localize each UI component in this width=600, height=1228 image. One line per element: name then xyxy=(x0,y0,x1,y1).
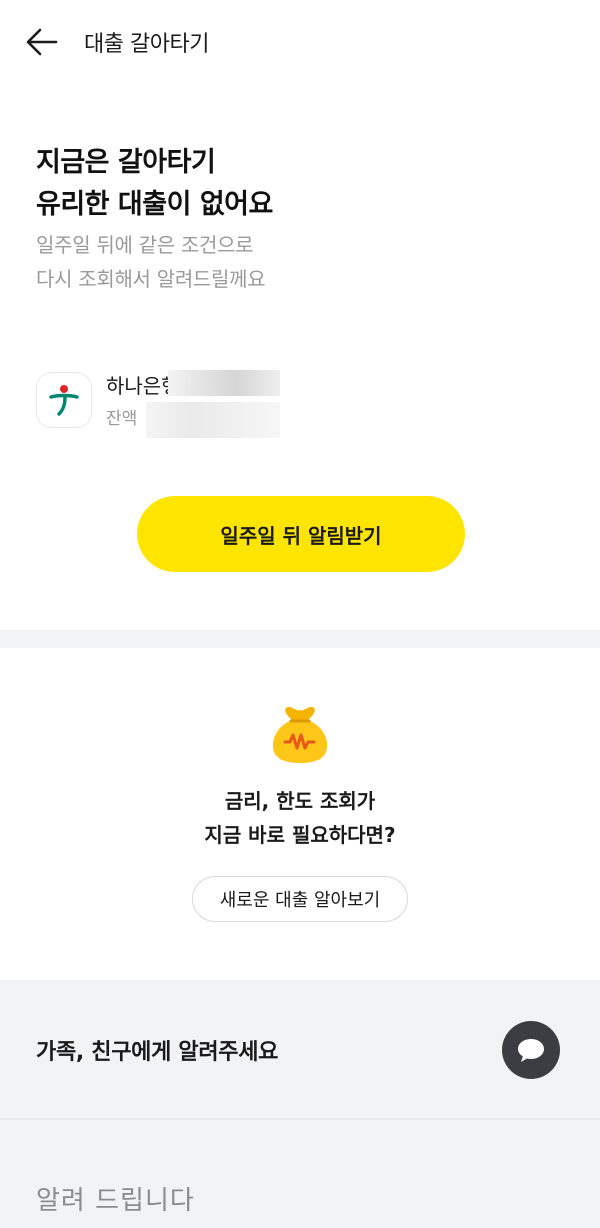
subtext-line-2: 다시 조회해서 알려드릴께요 xyxy=(36,267,266,291)
section-divider xyxy=(0,630,600,648)
result-subtext: 일주일 뒤에 같은 조건으로 다시 조회해서 알려드릴께요 xyxy=(36,228,266,296)
top-bar: 대출 갈아타기 xyxy=(0,0,600,84)
arrow-left-icon xyxy=(26,28,58,56)
explore-prompt: 금리, 한도 조회가 지금 바로 필요하다면? xyxy=(0,784,600,852)
result-headline: 지금은 갈아타기 유리한 대출이 없어요 xyxy=(36,142,273,226)
headline-line-1: 지금은 갈아타기 xyxy=(36,147,216,178)
page-title: 대출 갈아타기 xyxy=(84,32,209,57)
headline-line-2: 유리한 대출이 없어요 xyxy=(36,189,273,220)
back-button[interactable] xyxy=(22,22,62,62)
notify-in-a-week-button[interactable]: 일주일 뒤 알림받기 xyxy=(137,496,465,572)
bank-logo xyxy=(36,372,92,428)
hana-bank-logo-icon xyxy=(49,385,79,416)
explore-line-1: 금리, 한도 조회가 xyxy=(224,789,376,813)
share-prompt: 가족, 친구에게 알려주세요 xyxy=(36,1040,279,1065)
explore-line-2: 지금 바로 필요하다면? xyxy=(204,823,396,847)
blurred-balance xyxy=(146,402,280,438)
subtext-line-1: 일주일 뒤에 같은 조건으로 xyxy=(36,233,254,257)
share-kakaotalk-button[interactable] xyxy=(502,1021,560,1079)
chat-bubble-icon xyxy=(518,1039,544,1062)
money-bag-icon xyxy=(272,706,328,763)
balance-label: 잔액 xyxy=(106,409,138,429)
notice-title: 알려 드립니다 xyxy=(36,1186,195,1216)
explore-new-loan-button[interactable]: 새로운 대출 알아보기 xyxy=(192,876,408,922)
blurred-account-info xyxy=(168,370,280,396)
